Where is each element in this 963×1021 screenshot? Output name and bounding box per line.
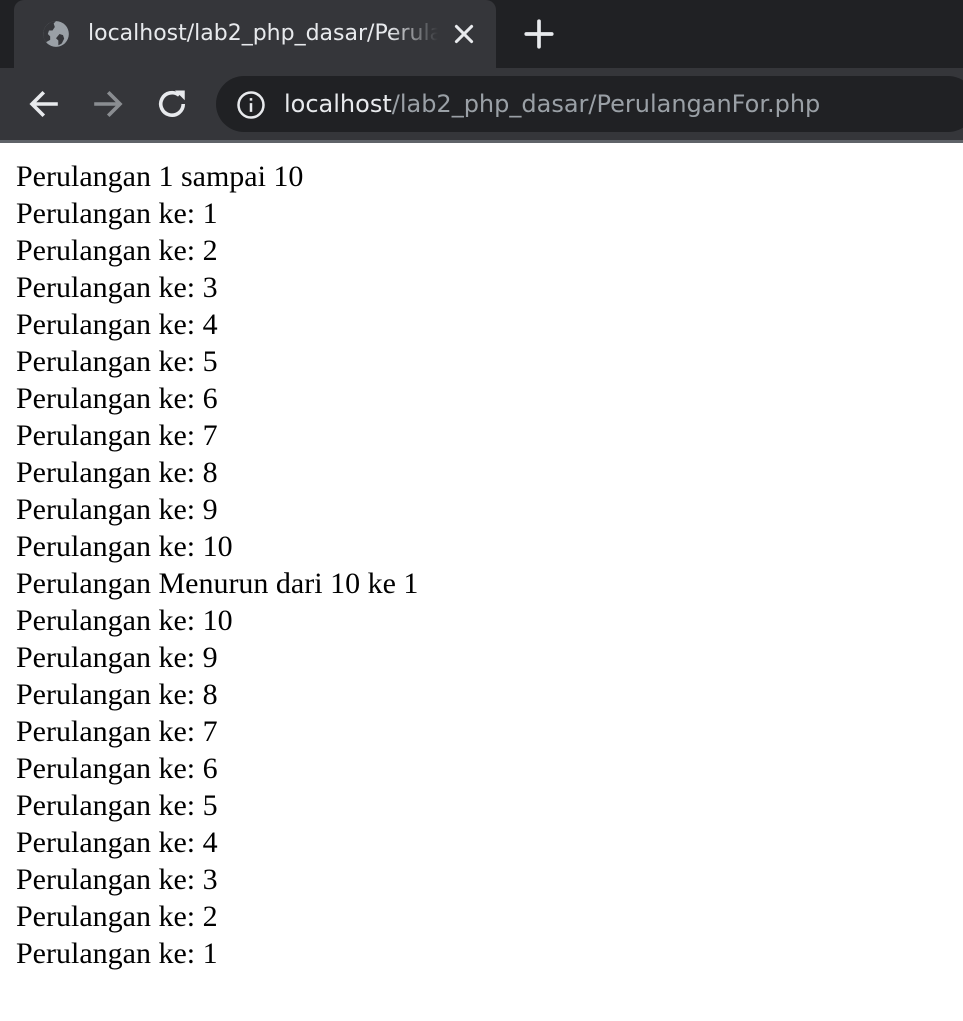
loop-line: Perulangan ke: 6	[16, 752, 218, 785]
loop-line: Perulangan ke: 1	[16, 937, 218, 970]
info-icon[interactable]	[236, 90, 266, 120]
tab-strip: localhost/lab2_php_dasar/PerulanganFor.p…	[0, 0, 963, 68]
url-text: localhost/lab2_php_dasar/PerulanganFor.p…	[284, 86, 820, 122]
globe-icon	[43, 21, 69, 47]
loop-line: Perulangan ke: 9	[16, 493, 218, 526]
loop-line: Perulangan ke: 7	[16, 419, 218, 452]
loop-line: Perulangan ke: 8	[16, 678, 218, 711]
loop-line: Perulangan ke: 3	[16, 863, 218, 896]
loop-line: Perulangan ke: 1	[16, 197, 218, 230]
url-host: localhost	[284, 90, 392, 118]
address-bar[interactable]: localhost/lab2_php_dasar/PerulanganFor.p…	[216, 76, 963, 132]
heading-ascending: Perulangan 1 sampai 10	[16, 160, 304, 193]
loop-line: Perulangan ke: 3	[16, 271, 218, 304]
back-arrow-icon[interactable]	[26, 86, 62, 122]
toolbar: localhost/lab2_php_dasar/PerulanganFor.p…	[0, 68, 963, 140]
close-icon[interactable]	[450, 20, 478, 48]
browser-window: localhost/lab2_php_dasar/PerulanganFor.p…	[0, 0, 963, 1021]
new-tab-plus-icon[interactable]	[522, 17, 556, 51]
loop-line: Perulangan ke: 2	[16, 234, 218, 267]
forward-arrow-icon[interactable]	[90, 86, 126, 122]
loop-line: Perulangan ke: 5	[16, 789, 218, 822]
loop-line: Perulangan ke: 10	[16, 530, 233, 563]
toolbar-divider	[0, 140, 963, 143]
loop-line: Perulangan ke: 10	[16, 604, 233, 637]
loop-line: Perulangan ke: 4	[16, 308, 218, 341]
loop-line: Perulangan ke: 7	[16, 715, 218, 748]
active-tab[interactable]: localhost/lab2_php_dasar/PerulanganFor.p…	[14, 0, 496, 68]
tab-title: localhost/lab2_php_dasar/PerulanganFor.p…	[88, 21, 438, 46]
loop-line: Perulangan ke: 4	[16, 826, 218, 859]
loop-line: Perulangan ke: 9	[16, 641, 218, 674]
page-content: Perulangan 1 sampai 10 Perulangan ke: 1 …	[16, 158, 946, 972]
url-path: /lab2_php_dasar/PerulanganFor.php	[391, 90, 821, 118]
loop-line: Perulangan ke: 5	[16, 345, 218, 378]
loop-line: Perulangan ke: 8	[16, 456, 218, 489]
loop-line: Perulangan ke: 6	[16, 382, 218, 415]
heading-descending: Perulangan Menurun dari 10 ke 1	[16, 567, 419, 600]
loop-line: Perulangan ke: 2	[16, 900, 218, 933]
reload-icon[interactable]	[154, 86, 190, 122]
